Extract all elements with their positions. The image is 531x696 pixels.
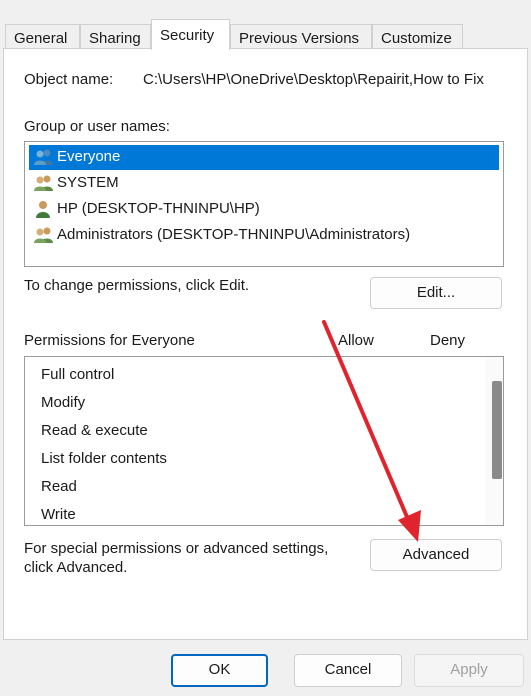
permission-item: Modify <box>41 394 86 411</box>
permissions-title: Permissions for Everyone <box>24 332 195 349</box>
group-users-icon <box>33 226 55 248</box>
tab-customize[interactable]: Customize <box>372 24 463 49</box>
ok-button[interactable]: OK <box>171 654 268 687</box>
permission-item: Read <box>41 478 77 495</box>
edit-button[interactable]: Edit... <box>370 277 502 309</box>
user-item-hp[interactable]: HP (DESKTOP-THNINPU\HP) <box>29 197 499 222</box>
permissions-scrollbar[interactable] <box>485 357 503 525</box>
cancel-button[interactable]: Cancel <box>294 654 402 687</box>
group-users-list[interactable]: Everyone SYSTEM HP (DESKTOP-THNINPU\HP) … <box>24 141 504 267</box>
apply-button[interactable]: Apply <box>414 654 524 687</box>
permission-item: Write <box>41 506 76 523</box>
deny-column-header: Deny <box>430 332 466 349</box>
tab-strip: General Sharing Security Previous Versio… <box>0 0 531 50</box>
group-users-icon <box>33 148 55 170</box>
user-item-administrators[interactable]: Administrators (DESKTOP-THNINPU\Administ… <box>29 223 499 248</box>
user-item-everyone[interactable]: Everyone <box>29 145 499 170</box>
group-users-icon <box>33 174 55 196</box>
user-item-label: Administrators (DESKTOP-THNINPU\Administ… <box>57 226 411 243</box>
advanced-button[interactable]: Advanced <box>370 539 502 571</box>
group-users-label: Group or user names: <box>24 118 170 135</box>
permissions-list[interactable]: Full control Modify Read & execute List … <box>24 356 504 526</box>
object-name-value: C:\Users\HP\OneDrive\Desktop\Repairit,Ho… <box>143 71 484 88</box>
object-name-label: Object name: <box>24 71 114 88</box>
tab-previous-versions[interactable]: Previous Versions <box>230 24 372 49</box>
special-permissions-text-2: click Advanced. <box>24 559 128 576</box>
permission-item: Read & execute <box>41 422 148 439</box>
user-item-label: SYSTEM <box>57 174 119 191</box>
change-permissions-text: To change permissions, click Edit. <box>24 277 250 294</box>
user-item-label: Everyone <box>57 148 121 165</box>
tab-security[interactable]: Security <box>151 19 230 50</box>
allow-column-header: Allow <box>338 332 374 349</box>
user-item-label: HP (DESKTOP-THNINPU\HP) <box>57 200 260 217</box>
tab-sharing[interactable]: Sharing <box>80 24 151 49</box>
special-permissions-text: For special permissions or advanced sett… <box>24 540 329 557</box>
tab-general[interactable]: General <box>5 24 80 49</box>
user-item-system[interactable]: SYSTEM <box>29 171 499 196</box>
security-panel: Object name: C:\Users\HP\OneDrive\Deskto… <box>3 48 528 640</box>
scrollbar-thumb[interactable] <box>492 381 502 479</box>
permission-item: Full control <box>41 366 115 383</box>
user-icon <box>33 200 55 222</box>
permission-item: List folder contents <box>41 450 167 467</box>
